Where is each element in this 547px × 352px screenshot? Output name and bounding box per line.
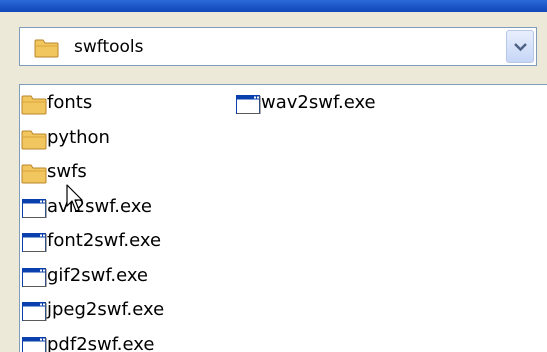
file-name-label: pdf2swf.exe [47, 334, 154, 352]
file-name-label: wav2swf.exe [261, 92, 376, 113]
file-name-label: jpeg2swf.exe [47, 299, 164, 320]
exe-file-icon [235, 93, 261, 115]
file-name-label: fonts [47, 92, 92, 113]
file-name-label: python [47, 127, 110, 148]
chevron-down-icon [514, 42, 527, 52]
mouse-cursor-icon [66, 184, 86, 214]
folder-icon [34, 38, 59, 58]
look-in-folder-name: swftools [74, 37, 144, 57]
folder-icon [21, 93, 47, 115]
exe-file-icon [21, 197, 47, 219]
file-name-label: swfs [47, 161, 87, 182]
look-in-dropdown[interactable]: swftools [19, 27, 537, 66]
exe-file-icon [21, 335, 47, 352]
folder-icon [21, 128, 47, 150]
exe-file-icon [21, 300, 47, 322]
file-list[interactable]: fonts python swfs avi2swf.exe font2swf.exe gi… [19, 84, 547, 352]
window-titlebar [0, 0, 547, 12]
exe-file-icon [21, 266, 47, 288]
folder-icon [21, 162, 47, 184]
file-name-label: avi2swf.exe [47, 196, 152, 217]
exe-file-icon [21, 231, 47, 253]
file-name-label: gif2swf.exe [47, 265, 148, 286]
dropdown-button[interactable] [506, 30, 534, 63]
file-name-label: font2swf.exe [47, 230, 161, 251]
